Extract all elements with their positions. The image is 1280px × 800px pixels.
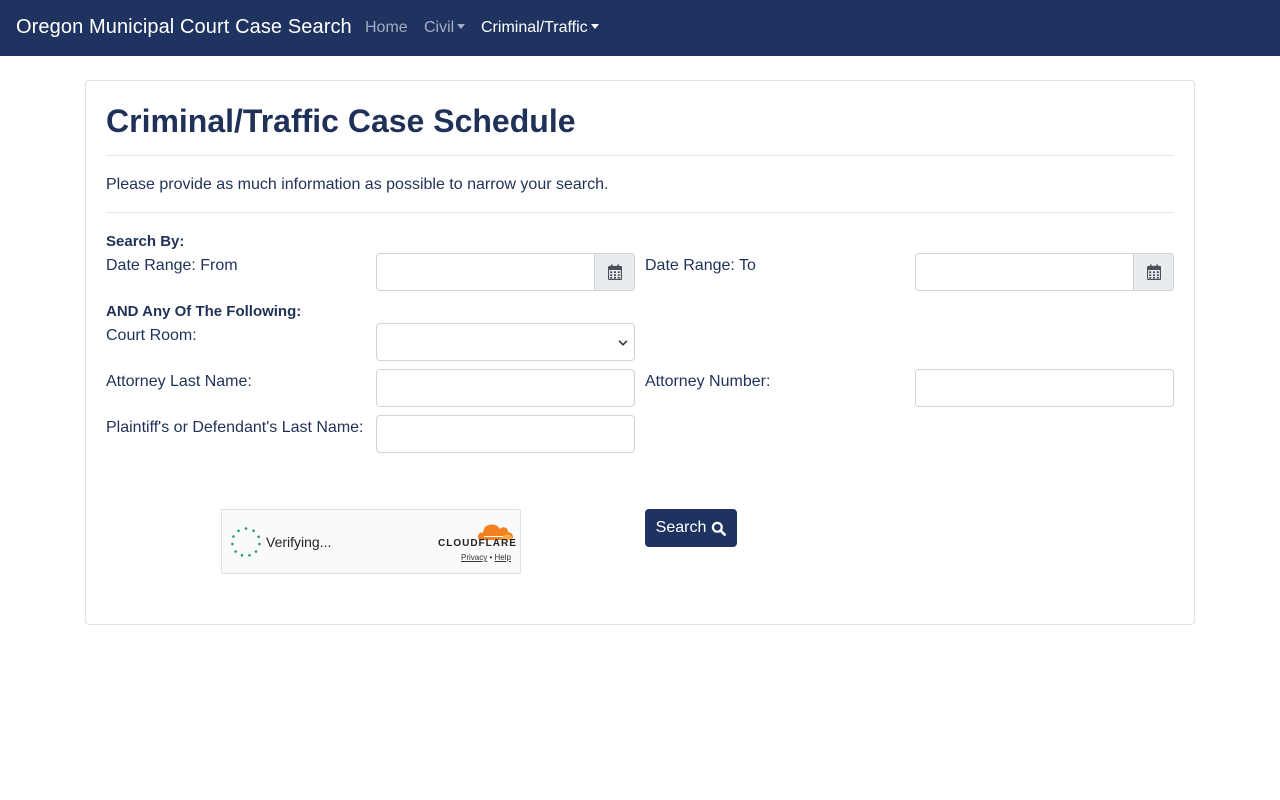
divider [106,155,1174,156]
search-by-heading: Search By: [106,233,185,250]
party-last-name-input[interactable] [376,415,635,453]
nav-item-criminal-traffic-label: Criminal/Traffic [481,19,588,36]
date-to-input[interactable] [915,253,1134,291]
intro-text: Please provide as much information as po… [106,176,609,193]
date-from-input[interactable] [376,253,595,291]
page-title: Criminal/Traffic Case Schedule [106,103,576,139]
attorney-number-input[interactable] [915,369,1174,407]
attorney-last-name-input[interactable] [376,369,635,407]
navbar-brand[interactable]: Oregon Municipal Court Case Search [16,16,352,39]
party-last-name-label: Plaintiff's or Defendant's Last Name: [106,419,364,436]
dropdown-caret-icon [457,24,466,29]
search-button[interactable]: Search [645,509,737,547]
captcha-help-link[interactable]: Help [495,553,511,562]
attorney-last-name-label: Attorney Last Name: [106,373,252,390]
captcha-link-separator: • [489,553,493,562]
date-to-label: Date Range: To [645,257,756,274]
date-to-picker-button[interactable] [1133,253,1174,291]
captcha-links: Privacy • Help [461,553,511,562]
search-button-label: Search [655,519,707,536]
search-icon [712,521,727,536]
and-any-heading: AND Any Of The Following: [106,303,302,320]
attorney-number-label: Attorney Number: [645,373,771,390]
nav-item-civil-label: Civil [424,19,455,36]
divider [106,212,1174,213]
date-from-picker-button[interactable] [594,253,635,291]
calendar-icon [1146,264,1161,280]
loading-spinner-icon [231,527,261,557]
chevron-down-icon [618,340,628,346]
dropdown-caret-icon [590,24,599,29]
court-room-select[interactable] [376,323,635,361]
captcha-status: Verifying... [266,534,332,550]
captcha-privacy-link[interactable]: Privacy [461,553,487,562]
nav-item-criminal-traffic[interactable]: Criminal/Traffic [481,19,599,37]
date-from-label: Date Range: From [106,257,238,274]
nav-item-home[interactable]: Home [365,19,408,37]
cloudflare-wordmark: CLOUDFLARE [438,538,517,549]
cloudflare-turnstile-widget[interactable]: Verifying... CLOUDFLARE Privacy • Help [221,509,521,574]
nav-item-civil[interactable]: Civil [424,19,466,37]
court-room-label: Court Room: [106,327,197,344]
calendar-icon [607,264,622,280]
top-navbar: Oregon Municipal Court Case Search Home … [0,0,1280,56]
